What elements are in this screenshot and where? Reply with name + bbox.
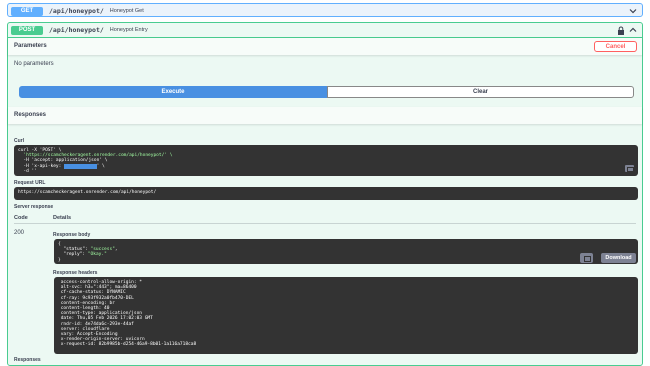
redacted-api-key: xxxxxxxxxxxx [64, 163, 97, 169]
response-headers-label: Response headers [53, 270, 98, 276]
curl-line: ' \ [96, 163, 105, 169]
response-body-label: Response body [53, 232, 91, 238]
curl-label: Curl [14, 138, 24, 144]
get-path: /api/honeypot/ [49, 7, 104, 15]
body-value: "Okay." [87, 252, 107, 258]
table-divider [14, 223, 636, 224]
get-opblock: GET /api/honeypot/ Honeypot Get [7, 3, 643, 17]
curl-line: -d '' [18, 168, 37, 174]
response-body-block[interactable]: { "status": "success", "reply": "Okay." … [54, 239, 638, 264]
body-line: } [58, 257, 61, 263]
clear-button[interactable]: Clear [327, 86, 634, 98]
responses-footer-label: Responses [14, 357, 41, 363]
body-line: , [114, 247, 118, 253]
header-line: x-request-id: 82b9985b-d254-46a9-8b01-1a… [58, 342, 197, 348]
request-url-block[interactable]: https://scamcheckeragent.onrender.com/ap… [14, 187, 638, 200]
get-method-badge: GET [11, 6, 43, 16]
post-summary[interactable]: POST /api/honeypot/ Honeypot Entry [8, 23, 642, 38]
copy-icon[interactable] [580, 253, 593, 263]
parameters-title: Parameters [14, 43, 47, 49]
execute-button[interactable]: Execute [19, 86, 327, 98]
curl-code-block[interactable]: curl -X 'POST' \ 'https://scamcheckerage… [14, 145, 638, 176]
chevron-down-icon[interactable] [628, 6, 638, 16]
details-column-header: Details [53, 215, 72, 221]
lock-icon[interactable] [617, 26, 625, 35]
request-url-value: https://scamcheckeragent.onrender.com/ap… [18, 190, 157, 195]
download-button[interactable]: Download [601, 253, 636, 263]
request-url-label: Request URL [14, 180, 46, 186]
code-column-header: Code [14, 215, 28, 221]
status-code: 200 [14, 230, 25, 236]
post-summary-text: Honeypot Entry [109, 27, 148, 33]
chevron-up-icon[interactable] [628, 25, 638, 35]
parameters-header: Parameters Cancel [8, 38, 642, 55]
copy-icon[interactable] [625, 165, 634, 172]
no-parameters-text: No parameters [14, 61, 54, 67]
response-headers-block[interactable]: access-control-allow-origin: * alt-svc: … [54, 277, 638, 354]
responses-header: Responses [8, 107, 642, 124]
execute-wrapper: Execute Clear [19, 86, 634, 98]
get-summary-text: Honeypot Get [109, 8, 144, 14]
body-key: "reply": [58, 252, 88, 258]
post-path: /api/honeypot/ [49, 26, 104, 34]
get-summary[interactable]: GET /api/honeypot/ Honeypot Get [8, 4, 642, 18]
server-response-label: Server response [14, 204, 54, 210]
post-method-badge: POST [11, 25, 43, 35]
cancel-button[interactable]: Cancel [594, 41, 637, 52]
post-opblock: POST /api/honeypot/ Honeypot Entry Param… [7, 22, 643, 366]
responses-title: Responses [14, 112, 47, 118]
